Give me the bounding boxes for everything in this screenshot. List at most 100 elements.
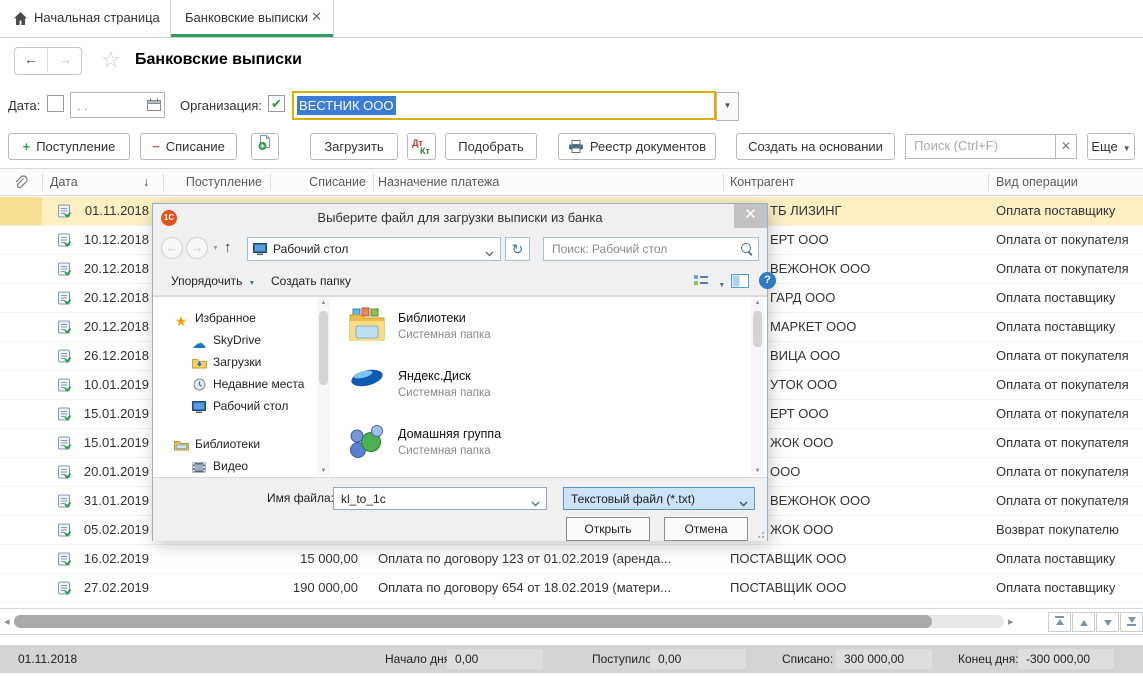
sidebar-item[interactable]: ☁SkyDrive [153,329,333,351]
new-folder-button[interactable]: Создать папку [271,274,351,288]
tab-active-label: Банковские выписки [185,10,308,25]
row-date-cell: 20.12.2018 [42,313,163,341]
calendar-icon[interactable] [147,98,161,114]
date-filter-checkbox[interactable] [47,95,64,112]
sidebar-item[interactable]: Рабочий стол [153,395,333,417]
more-button[interactable]: Еще▼ [1087,133,1135,160]
file-type: Системная папка [398,445,491,457]
horizontal-scroll-thumb[interactable] [14,615,932,628]
posted-document-icon [57,204,72,219]
sidebar-item-label: Рабочий стол [213,395,288,417]
scroll-thumb[interactable] [753,311,762,347]
scroll-up-icon[interactable]: ▲ [751,300,764,306]
plus-icon: + [23,139,31,154]
organize-menu[interactable]: Упорядочить▼ [171,274,255,288]
tab-bank-statements[interactable]: Банковские выписки ✕ [170,0,334,37]
row-up-button[interactable] [1072,612,1095,632]
create-based-on-button[interactable]: Создать на основании [736,133,895,160]
row-operation-cell: Оплата от покупателя [988,226,1140,254]
sidebar-item[interactable]: Видео [153,455,333,477]
file-open-dialog: 1С Выберите файл для загрузки выписки из… [152,203,768,541]
file-list-scrollbar[interactable]: ▲ ▼ [751,299,764,475]
go-first-row-button[interactable] [1048,612,1071,632]
scroll-down-icon[interactable]: ▼ [317,468,330,474]
file-list-item[interactable]: Яндекс.ДискСистемная папка [336,363,750,421]
sidebar-item[interactable]: ★Избранное [153,307,333,329]
favorite-star-icon[interactable]: ☆ [101,47,121,73]
address-bar[interactable]: Рабочий стол [247,237,501,261]
file-list-item[interactable]: Домашняя группаСистемная папка [336,421,750,477]
dialog-search-input[interactable] [550,241,734,257]
org-filter-checkbox[interactable]: ✔ [268,95,285,112]
go-last-row-button[interactable] [1120,612,1143,632]
up-level-icon[interactable]: ↑ [224,240,232,255]
sidebar-item-label: Недавние места [213,373,304,395]
yandex-disk-icon [348,365,388,405]
desktop-icon [253,243,267,258]
date-input[interactable] [75,95,145,115]
file-type: Системная папка [398,329,491,341]
writeoff-button[interactable]: −Списание [140,133,237,160]
refresh-icon[interactable]: ↻ [505,237,530,261]
scroll-down-icon[interactable]: ▼ [751,468,764,474]
receipt-button[interactable]: +Поступление [8,133,130,160]
search-clear-icon[interactable]: ✕ [1055,134,1077,159]
new-document-button[interactable] [251,133,279,160]
header-purpose[interactable]: Назначение платежа [378,169,499,195]
scroll-left-icon[interactable]: ◂ [4,615,10,628]
dialog-forward-icon[interactable]: → [186,237,208,259]
filetype-combo[interactable]: Текстовый файл (*.txt) [563,487,755,510]
header-operation[interactable]: Вид операции [996,169,1078,195]
header-writeoff[interactable]: Списание [270,169,366,195]
tab-home-page[interactable]: Начальная страница [0,0,170,37]
filename-label: Имя файла: [267,491,334,505]
dialog-close-icon[interactable]: ✕ [734,204,767,228]
scroll-up-icon[interactable]: ▲ [317,300,330,306]
org-dropdown-button[interactable]: ▼ [716,92,739,121]
load-button[interactable]: Загрузить [310,133,398,160]
sidebar-item[interactable]: Загрузки [153,351,333,373]
sidebar-scrollbar[interactable]: ▲ ▼ [317,299,330,475]
posted-document-icon [57,494,72,509]
row-operation-cell: Оплата от покупателя [988,429,1140,457]
attachment-cell [0,255,42,283]
table-row[interactable]: 16.02.201915 000,00Оплата по договору 12… [0,545,1143,574]
header-contractor[interactable]: Контрагент [730,169,795,195]
tab-close-icon[interactable]: ✕ [311,10,322,24]
history-dropdown-icon[interactable]: ▼ [212,245,219,252]
open-button[interactable]: Открыть [566,517,650,541]
filename-input[interactable] [339,491,523,507]
back-arrow-icon[interactable]: ← [15,48,48,72]
header-receipt[interactable]: Поступление [163,169,262,195]
dt-kt-posting-button[interactable]: ДтКт [407,133,436,160]
cancel-button[interactable]: Отмена [664,517,748,541]
dialog-back-icon[interactable]: ← [161,237,183,259]
filename-chevron-icon[interactable] [531,496,540,510]
org-filter-field[interactable]: ВЕСТНИК ООО [292,91,716,120]
filetype-chevron-icon [739,496,748,510]
file-list-item[interactable]: БиблиотекиСистемная папка [336,305,750,363]
document-registry-button[interactable]: Реестр документов [558,133,716,160]
scroll-thumb[interactable] [319,311,328,385]
document-plus-icon [257,134,273,151]
view-mode-button[interactable]: ▼ [693,274,725,290]
preview-pane-icon[interactable] [731,274,749,291]
header-date[interactable]: Дата [50,169,78,195]
attachment-cell [0,284,42,312]
table-row[interactable]: 27.02.2019190 000,00Оплата по договору 6… [0,574,1143,603]
row-down-button[interactable] [1096,612,1119,632]
scroll-right-icon[interactable]: ▸ [1008,615,1014,628]
horizontal-scrollbar[interactable] [14,615,1004,628]
table-search-input[interactable] [912,137,1054,154]
sidebar-item[interactable]: Недавние места [153,373,333,395]
attachment-cell [0,545,42,573]
address-chevron-icon[interactable] [485,246,494,260]
forward-arrow-icon[interactable]: → [49,48,81,72]
pick-button[interactable]: Подобрать [445,133,537,160]
resize-grip[interactable] [756,530,764,538]
sidebar-item[interactable]: Библиотеки [153,433,333,455]
printer-icon [568,140,584,153]
help-icon[interactable]: ? [759,272,776,289]
sort-descending-icon[interactable]: ↓ [143,169,149,195]
dialog-title-bar[interactable]: 1С Выберите файл для загрузки выписки из… [153,204,767,232]
